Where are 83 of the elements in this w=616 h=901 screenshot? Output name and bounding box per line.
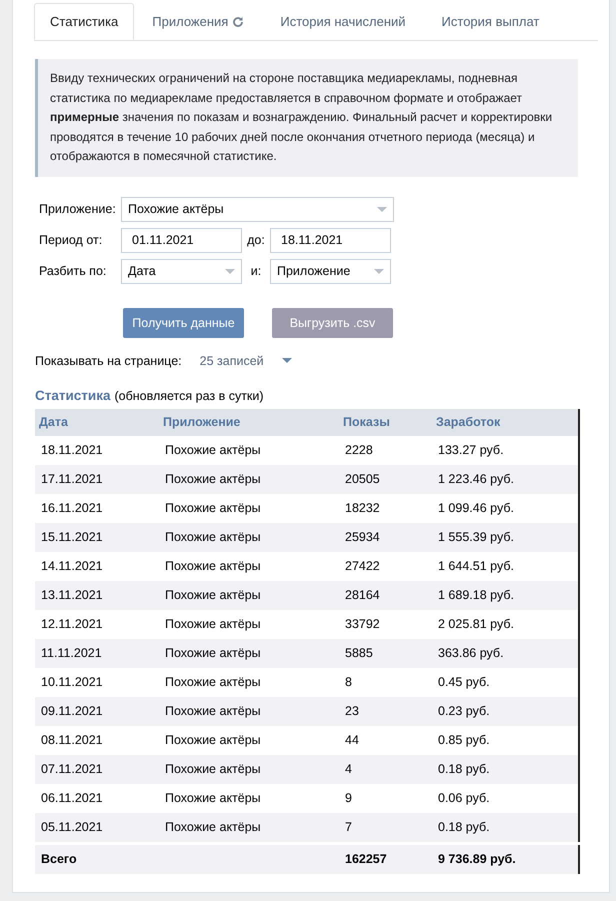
table-cell: 05.11.2021 xyxy=(35,812,159,843)
table-cell: 363.86 руб. xyxy=(432,638,579,668)
table-cell: Похожие актёры xyxy=(159,436,339,464)
table-cell: 7 xyxy=(339,812,432,843)
table-cell: 18232 xyxy=(339,494,432,522)
field-label: до: xyxy=(246,233,266,247)
split-dropdown[interactable]: Дата xyxy=(121,258,242,284)
table-cell: 2228 xyxy=(339,436,432,464)
table-cell: 33792 xyxy=(339,610,432,638)
table-cell: 15.11.2021 xyxy=(35,522,159,552)
table-cell: Похожие актёры xyxy=(159,696,339,726)
table-cell: 06.11.2021 xyxy=(35,784,159,812)
table-cell: 11.11.2021 xyxy=(35,638,159,668)
per-page-label: Показывать на странице: xyxy=(35,354,182,368)
field-label: Период от: xyxy=(39,233,104,247)
table-cell: 0.23 руб. xyxy=(432,696,579,726)
table-cell: Похожие актёры xyxy=(159,638,339,668)
table-cell: Похожие актёры xyxy=(159,580,339,610)
table-cell: 08.11.2021 xyxy=(35,726,159,754)
table-cell: 2 025.81 руб. xyxy=(432,610,579,638)
field-label: Приложение: xyxy=(39,202,117,216)
notice-text: Ввиду технических ограничений на стороне поставщика медиарекламы, подневная статистика по медиарекламе предоставляется в справочном формате и отображает примерные значения по показам и вознаграждению. Финальный расчет и корректировки проводятся в течение 10 рабочих дней после окончания отчетного периода (месяца) и отображаются в помесячной статистике. xyxy=(35,59,578,176)
table-cell: 0.85 руб. xyxy=(432,726,579,754)
table-cell: Похожие актёры xyxy=(159,784,339,812)
per-page-dropdown[interactable]: 25 записей xyxy=(200,354,292,368)
table-cell: Похожие актёры xyxy=(159,668,339,696)
table-cell: Похожие актёры xyxy=(159,726,339,754)
table-cell: 1 223.46 руб. xyxy=(432,464,579,494)
table-cell: 20505 xyxy=(339,464,432,494)
table-cell: 4 xyxy=(339,754,432,784)
table-cell: 09.11.2021 xyxy=(35,696,159,726)
table-cell: 0.18 руб. xyxy=(432,812,579,843)
total-cell: 9 736.89 руб. xyxy=(432,843,579,874)
tab[interactable]: История выплат xyxy=(424,3,558,40)
table-cell: 10.11.2021 xyxy=(35,668,159,696)
column-header: Заработок xyxy=(432,408,579,436)
table-cell: Похожие актёры xyxy=(159,610,339,638)
date-field[interactable]: 01.11.2021 xyxy=(121,228,242,252)
column-header: Приложение xyxy=(159,408,339,436)
table-cell: 13.11.2021 xyxy=(35,580,159,610)
table-cell: 18.11.2021 xyxy=(35,436,159,464)
total-cell: 162257 xyxy=(339,843,432,874)
section-title: Статистика xyxy=(35,388,110,402)
table-cell: 9 xyxy=(339,784,432,812)
table-cell: Похожие актёры xyxy=(159,522,339,552)
table-cell: 1 689.18 руб. xyxy=(432,580,579,610)
table-cell: 07.11.2021 xyxy=(35,754,159,784)
table-cell: Похожие актёры xyxy=(159,552,339,580)
table-cell: Похожие актёры xyxy=(159,754,339,784)
column-header: Показы xyxy=(339,408,432,436)
table-cell: 1 644.51 руб. xyxy=(432,552,579,580)
action-button[interactable]: Получить данные xyxy=(123,308,244,338)
column-header: Дата xyxy=(35,408,159,436)
tab[interactable]: Статистика xyxy=(34,3,134,40)
table-cell: 14.11.2021 xyxy=(35,552,159,580)
table-cell: 27422 xyxy=(339,552,432,580)
app-dropdown[interactable]: Похожие актёры xyxy=(121,196,394,222)
table-cell: Похожие актёры xyxy=(159,812,339,843)
tab[interactable]: Приложения xyxy=(134,3,262,40)
table-cell: 44 xyxy=(339,726,432,754)
table-cell: 0.06 руб. xyxy=(432,784,579,812)
field-label: Разбить по: xyxy=(39,264,108,278)
section-note: (обновляется раз в сутки) xyxy=(114,388,264,402)
table-cell: 12.11.2021 xyxy=(35,610,159,638)
split-dropdown[interactable]: Приложение xyxy=(270,258,391,284)
table-cell: 23 xyxy=(339,696,432,726)
table-cell: 16.11.2021 xyxy=(35,494,159,522)
table-cell: 5885 xyxy=(339,638,432,668)
table-cell: 1 555.39 руб. xyxy=(432,522,579,552)
date-field[interactable]: 18.11.2021 xyxy=(270,228,391,252)
table-cell: 25934 xyxy=(339,522,432,552)
table-cell: 133.27 руб. xyxy=(432,436,579,464)
table-cell: 0.45 руб. xyxy=(432,668,579,696)
table-cell: Похожие актёры xyxy=(159,494,339,522)
table-cell: 8 xyxy=(339,668,432,696)
table-cell: 28164 xyxy=(339,580,432,610)
field-label: и: xyxy=(250,264,262,278)
table-cell: 17.11.2021 xyxy=(35,464,159,494)
table-cell: 1 099.46 руб. xyxy=(432,494,579,522)
table-cell: 0.18 руб. xyxy=(432,754,579,784)
table-cell: Похожие актёры xyxy=(159,464,339,494)
total-cell: Всего xyxy=(35,843,159,874)
tab[interactable]: История начислений xyxy=(262,3,424,40)
